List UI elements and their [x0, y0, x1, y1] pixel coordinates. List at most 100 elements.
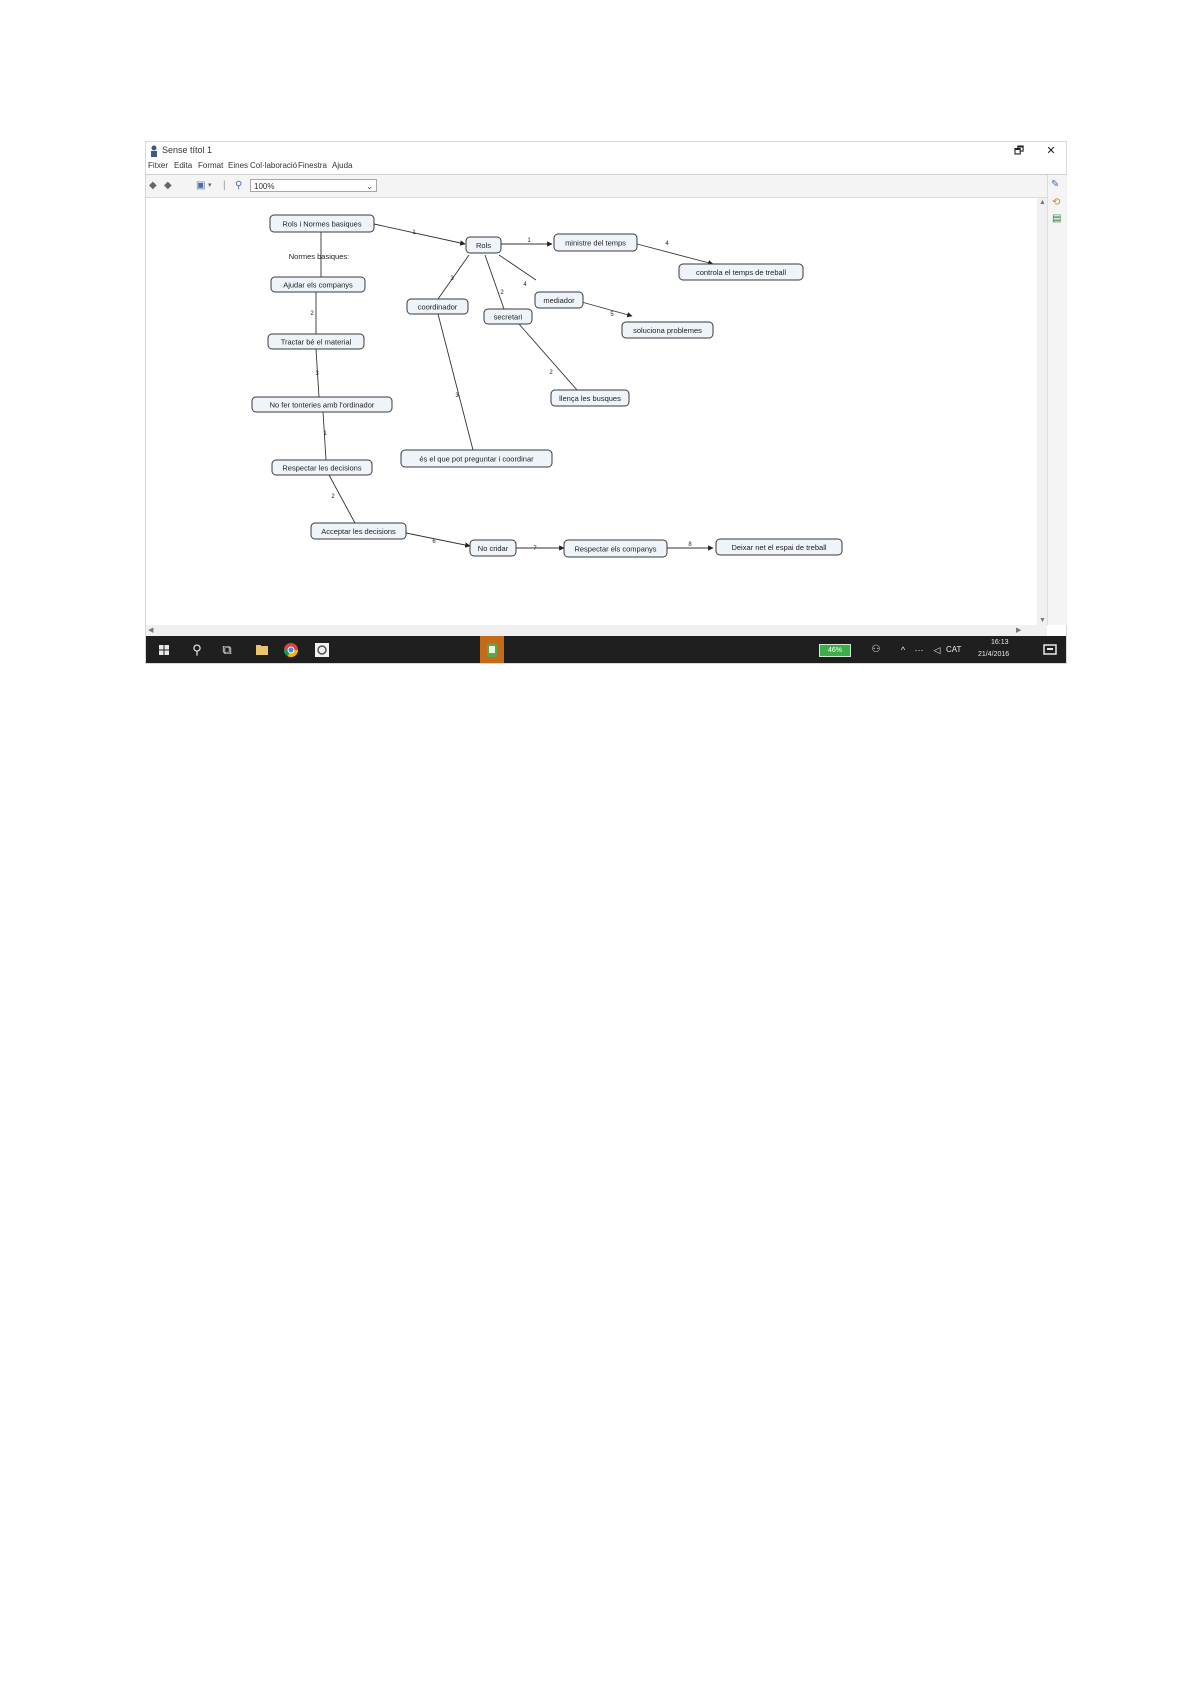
concept-label: Ajudar els companys	[283, 281, 353, 290]
restore-button[interactable]: 🗗	[1008, 143, 1030, 159]
cmap-tools-icon[interactable]	[483, 641, 501, 659]
concept-label: Acceptar les decisions	[321, 527, 396, 536]
link-line	[437, 313, 474, 451]
link-line	[636, 243, 714, 266]
concept-node[interactable]: Rols i Normes basiques	[269, 214, 375, 233]
concept-node[interactable]: mediador	[534, 291, 584, 309]
concept-map-canvas[interactable]: 1 1 4 3 2 5 2 3 4 2 3 6 7 8 1 2 Normes b…	[146, 198, 1037, 625]
save-dropdown-icon[interactable]: ▾	[208, 179, 212, 193]
concept-node[interactable]: Tractar bé el material	[267, 333, 365, 350]
link-number: 2	[310, 311, 314, 317]
horizontal-scrollbar[interactable]: ◀ ▶	[146, 625, 1047, 636]
resources-icon[interactable]: ▤	[1052, 212, 1061, 226]
link-number: 1	[323, 431, 327, 437]
language-indicator[interactable]: CAT	[946, 645, 961, 654]
concept-node[interactable]: llença les busques	[550, 389, 630, 407]
concept-label: Deixar net el espai de treball	[731, 543, 826, 552]
chrome-icon[interactable]	[282, 641, 300, 659]
link-number: 6	[432, 539, 436, 545]
task-view-icon[interactable]: ⧉	[218, 641, 236, 659]
link-line	[373, 223, 466, 246]
concept-node[interactable]: ministre del temps	[553, 233, 638, 252]
concept-node[interactable]: Deixar net el espai de treball	[715, 538, 843, 556]
concept-node[interactable]: Acceptar les decisions	[310, 522, 407, 540]
concept-node[interactable]: Respectar els companys	[563, 539, 668, 558]
menu-tools[interactable]: Eines	[228, 161, 248, 170]
link-number: 5	[610, 312, 614, 318]
concept-label: llença les busques	[559, 394, 621, 403]
app-window: Sense títol 1 🗗 ✕ Fitxer Edita Format Ei…	[146, 142, 1067, 663]
link-line	[484, 254, 505, 310]
link-number: 4	[523, 282, 527, 288]
menu-bar: Fitxer Edita Format Eines Col·laboració …	[146, 160, 1066, 175]
menu-edit[interactable]: Edita	[174, 161, 192, 170]
menu-file[interactable]: Fitxer	[148, 161, 168, 170]
link-line	[498, 254, 537, 281]
window-title: Sense títol 1	[162, 145, 213, 155]
notification-icon[interactable]	[1041, 641, 1059, 659]
taskbar: ⚲ ⧉ 46% ⚇ ^ ⋯ ◁ CAT 16:13 21/4/2016	[146, 636, 1066, 663]
app-logo-icon	[151, 145, 157, 157]
scroll-left-icon[interactable]: ◀	[148, 626, 153, 634]
file-explorer-icon[interactable]	[253, 641, 271, 659]
concept-node[interactable]: Rols	[465, 236, 502, 254]
zoom-value: 100%	[254, 182, 275, 191]
scroll-down-icon[interactable]: ▼	[1039, 617, 1046, 624]
concept-node[interactable]: No cridar	[469, 539, 517, 557]
windows-start-icon[interactable]	[155, 641, 173, 659]
concept-label: Respectar els companys	[574, 545, 656, 554]
concept-label: coordinador	[418, 303, 458, 312]
concept-label: No cridar	[478, 544, 509, 553]
link-icon[interactable]: ⟲	[1052, 196, 1060, 210]
concept-label: és el que pot preguntar i coordinar	[419, 455, 534, 464]
link-number: 4	[665, 241, 669, 247]
concept-label: Rols	[476, 241, 491, 250]
link-number: 8	[688, 542, 692, 548]
link-line	[577, 300, 633, 318]
concept-node[interactable]: Respectar les decisions	[271, 459, 373, 476]
concept-label: Tractar bé el material	[281, 338, 352, 347]
concept-label: controla el temps de treball	[696, 268, 786, 277]
sync-app-icon[interactable]	[313, 641, 331, 659]
link-line	[405, 532, 471, 548]
concept-node[interactable]: soluciona problemes	[621, 321, 714, 339]
close-button[interactable]: ✕	[1040, 143, 1062, 159]
concept-label: Rols i Normes basiques	[282, 220, 361, 229]
battery-indicator[interactable]: 46%	[819, 644, 851, 657]
concept-node[interactable]: secretari	[483, 308, 533, 325]
menu-window[interactable]: Finestra	[298, 161, 327, 170]
concept-node[interactable]: Ajudar els companys	[270, 276, 366, 293]
forward-icon[interactable]: ◆	[164, 179, 172, 193]
menu-help[interactable]: Ajuda	[332, 161, 352, 170]
link-number: 2	[500, 290, 504, 296]
separator-icon: |	[223, 180, 226, 191]
concept-node[interactable]: és el que pot preguntar i coordinar	[400, 449, 553, 468]
scroll-right-icon[interactable]: ▶	[1016, 626, 1021, 634]
link-line	[518, 323, 578, 391]
concept-label: mediador	[543, 296, 575, 305]
save-icon[interactable]: ▣	[196, 179, 205, 193]
vertical-scrollbar[interactable]: ▲ ▼	[1037, 198, 1047, 625]
chevron-down-icon: ⌄	[366, 182, 373, 191]
zoom-select[interactable]: 100% ⌄	[250, 179, 377, 192]
link-number: 7	[533, 546, 537, 552]
people-icon[interactable]: ⚇	[867, 641, 885, 659]
concept-label: ministre del temps	[565, 239, 626, 248]
back-icon[interactable]: ◆	[149, 179, 157, 193]
concept-node[interactable]: No fer tonteries amb l'ordinador	[251, 396, 393, 413]
search-icon[interactable]: ⚲	[188, 641, 206, 659]
scroll-up-icon[interactable]: ▲	[1039, 199, 1046, 206]
toolbar: ◆ ◆ ▣ ▾ | ⚲ 100% ⌄	[146, 175, 1066, 198]
help-icon[interactable]: ✎	[1051, 178, 1059, 192]
network-icon[interactable]: ⋯	[910, 641, 928, 659]
menu-format[interactable]: Format	[198, 161, 223, 170]
zoom-icon[interactable]: ⚲	[235, 179, 242, 193]
clock-date[interactable]: 21/4/2016	[978, 651, 1009, 658]
volume-icon[interactable]: ◁	[928, 641, 946, 659]
concept-node[interactable]: coordinador	[406, 298, 469, 315]
link-label: Normes basiques:	[289, 252, 349, 261]
concept-map-svg: 1 1 4 3 2 5 2 3 4 2 3 6 7 8 1 2 Normes b…	[251, 214, 843, 558]
concept-node[interactable]: controla el temps de treball	[678, 263, 804, 281]
clock-time[interactable]: 16:13	[991, 639, 1009, 646]
menu-collaboration[interactable]: Col·laboració	[250, 161, 297, 170]
